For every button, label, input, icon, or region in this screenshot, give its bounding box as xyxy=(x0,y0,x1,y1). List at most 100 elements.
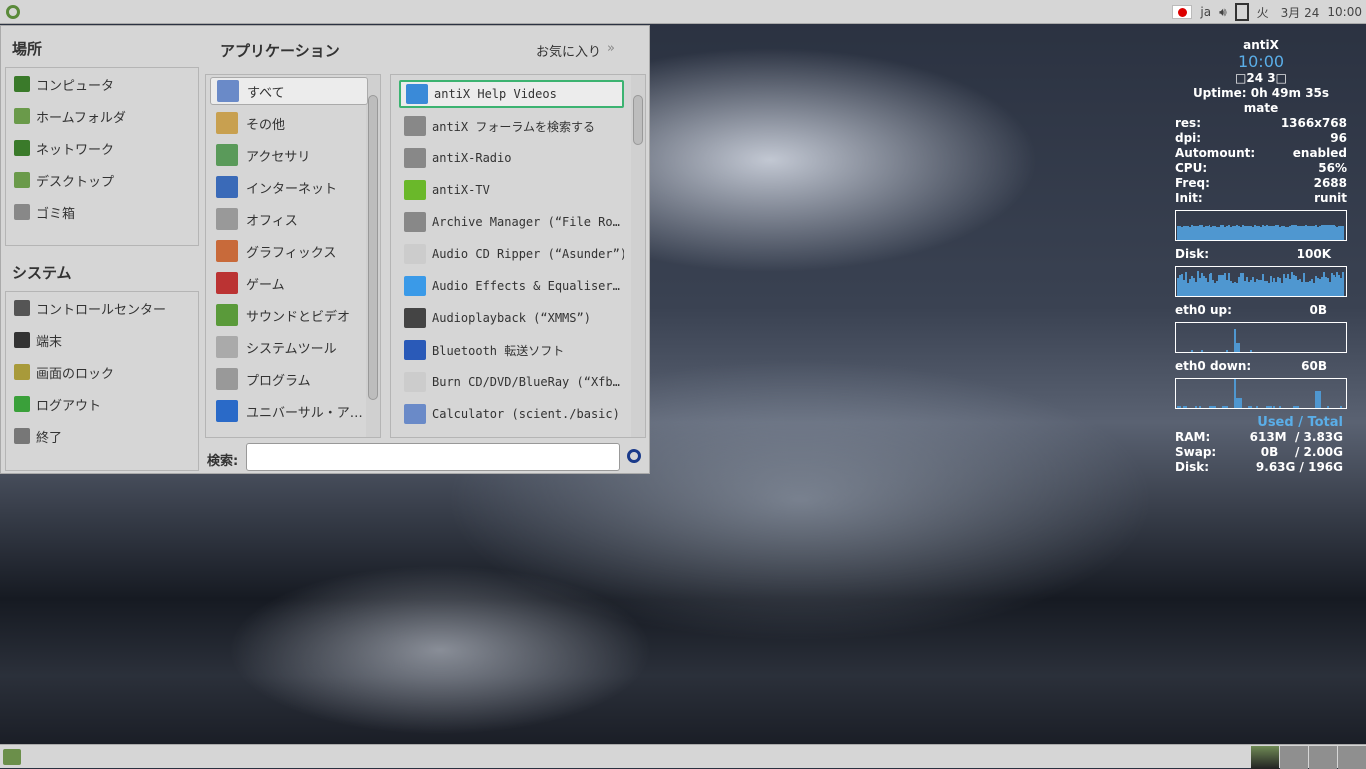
system-list: コントロールセンター 端末画面のロックログアウト終了 xyxy=(5,291,199,471)
category-label: オフィス xyxy=(246,213,298,229)
category-icon xyxy=(217,80,239,102)
category-label: ユニバーサル・ア… xyxy=(246,405,363,421)
mem-value: 0B / 2.00G xyxy=(1260,445,1343,459)
favorites-button[interactable]: お気に入り » xyxy=(536,41,615,60)
cpu-graph xyxy=(1175,210,1347,241)
graph-bar xyxy=(1238,343,1240,352)
app-item[interactable]: Audio Effects & Equaliser… xyxy=(399,272,624,300)
conky-mem-row: Swap: 0B / 2.00G xyxy=(1175,445,1347,460)
app-item[interactable]: antiX-TV xyxy=(399,176,624,204)
graph-bar xyxy=(1279,405,1282,408)
category-item[interactable]: アクセサリ xyxy=(210,141,368,169)
conky-stat: Freq: 2688 xyxy=(1175,176,1347,191)
stat-label: res: xyxy=(1175,116,1201,130)
app-list: antiX Help Videos antiX フォーラムを検索する antiX-R… xyxy=(390,74,646,438)
category-icon xyxy=(216,368,238,390)
app-icon xyxy=(404,116,426,136)
search-icon[interactable] xyxy=(627,449,641,463)
category-icon xyxy=(216,272,238,294)
category-label: サウンドとビデオ xyxy=(246,309,351,325)
workspace-4[interactable] xyxy=(1338,746,1366,769)
place-item[interactable]: デスクトップ xyxy=(14,166,114,194)
system-icon xyxy=(14,300,30,316)
app-label: antiX-TV xyxy=(432,183,490,197)
category-item[interactable]: すべて xyxy=(210,77,368,105)
app-scrollbar[interactable] xyxy=(631,75,645,437)
app-item[interactable]: antiX-Radio xyxy=(399,144,624,172)
system-item[interactable]: 画面のロック xyxy=(14,358,114,386)
app-item[interactable]: antiX Help Videos xyxy=(399,80,624,108)
application-menu: 場所 コンピュータ ホームフォルダ ネットワーク デスクトップ ゴミ箱 システム コント… xyxy=(0,25,650,474)
disk-io-label: Disk: xyxy=(1175,247,1209,261)
place-label: ネットワーク xyxy=(36,142,115,158)
clock-date[interactable]: 3月 24 xyxy=(1281,4,1320,21)
search-input[interactable] xyxy=(246,443,620,471)
japan-flag-icon[interactable] xyxy=(1172,5,1193,19)
workspace-3[interactable] xyxy=(1309,746,1337,769)
workspace-2[interactable] xyxy=(1280,746,1308,769)
category-item[interactable]: インターネット xyxy=(210,173,368,201)
mem-value: 9.63G / 196G xyxy=(1255,460,1343,474)
category-item[interactable]: グラフィックス xyxy=(210,237,368,265)
app-label: Audio Effects & Equaliser… xyxy=(432,279,620,293)
clipboard-icon[interactable] xyxy=(1234,3,1249,21)
place-item[interactable]: ゴミ箱 xyxy=(14,198,75,226)
category-item[interactable]: その他 xyxy=(210,109,368,137)
stat-label: Automount: xyxy=(1175,146,1256,160)
graph-bar xyxy=(1342,271,1345,296)
stat-value: 96 xyxy=(1330,131,1347,145)
stat-value: 56% xyxy=(1318,161,1347,175)
category-item[interactable]: システムツール xyxy=(210,333,368,361)
app-item[interactable]: Bluetooth 転送ソフト xyxy=(399,336,624,364)
eth0-up-value: 0B xyxy=(1309,303,1328,317)
app-label: antiX Help Videos xyxy=(434,87,557,101)
stat-label: Init: xyxy=(1175,191,1203,205)
graph-bar xyxy=(1184,405,1187,408)
app-item[interactable]: antiX フォーラムを検索する xyxy=(399,112,624,140)
category-scrollbar[interactable] xyxy=(366,75,380,437)
mem-label: Swap: xyxy=(1175,445,1217,459)
system-item[interactable]: 終了 xyxy=(14,422,62,450)
system-item[interactable]: ログアウト xyxy=(14,390,101,418)
system-item[interactable]: コントロールセンター xyxy=(14,294,166,322)
stat-value: enabled xyxy=(1292,146,1347,160)
graph-bar xyxy=(1198,405,1201,408)
system-icon xyxy=(14,396,30,412)
used-total-header: Used / Total xyxy=(1257,415,1343,430)
place-item[interactable]: ネットワーク xyxy=(14,134,114,162)
category-icon xyxy=(216,304,238,326)
app-label: Audioplayback (“XMMS”) xyxy=(432,311,591,325)
workspace-1[interactable] xyxy=(1251,746,1279,769)
app-label: antiX-Radio xyxy=(432,151,512,165)
conky-user: mate xyxy=(1243,101,1279,115)
stat-value: 1366x768 xyxy=(1280,116,1347,130)
eth0-down-graph xyxy=(1175,378,1347,409)
app-item[interactable]: Calculator (scient./basic) xyxy=(399,400,624,428)
system-heading: システム xyxy=(12,264,72,282)
system-label: 画面のロック xyxy=(36,366,115,382)
category-item[interactable]: プログラム xyxy=(210,365,368,393)
app-item[interactable]: Audio CD Ripper (“Asunder”) xyxy=(399,240,624,268)
system-item[interactable]: 端末 xyxy=(14,326,62,354)
place-label: デスクトップ xyxy=(36,174,115,190)
category-item[interactable]: ゲーム xyxy=(210,269,368,297)
app-icon xyxy=(404,404,426,424)
language-indicator[interactable]: ja xyxy=(1200,5,1211,19)
category-item[interactable]: オフィス xyxy=(210,205,368,233)
category-item[interactable]: サウンドとビデオ xyxy=(210,301,368,329)
mem-value: 613M / 3.83G xyxy=(1249,430,1343,444)
category-item[interactable]: ユニバーサル・ア… xyxy=(210,397,368,425)
app-item[interactable]: Audioplayback (“XMMS”) xyxy=(399,304,624,332)
category-list: すべてその他アクセサリインターネットオフィスグラフィックス ゲームサウンドとビデオ… xyxy=(205,74,381,438)
app-item[interactable]: Archive Manager (“File Ro… xyxy=(399,208,624,236)
conky-stat: dpi: 96 xyxy=(1175,131,1347,146)
antix-menu-icon[interactable] xyxy=(6,4,20,19)
volume-icon[interactable]: 🔊︎ xyxy=(1219,5,1227,20)
bottom-panel xyxy=(0,744,1366,769)
category-label: システムツール xyxy=(246,341,337,357)
clock-time[interactable]: 10:00 xyxy=(1327,5,1362,19)
place-item[interactable]: ホームフォルダ xyxy=(14,102,126,130)
file-manager-icon[interactable] xyxy=(3,749,21,765)
app-item[interactable]: Burn CD/DVD/BlueRay (“Xfb… xyxy=(399,368,624,396)
place-item[interactable]: コンピュータ xyxy=(14,70,114,98)
